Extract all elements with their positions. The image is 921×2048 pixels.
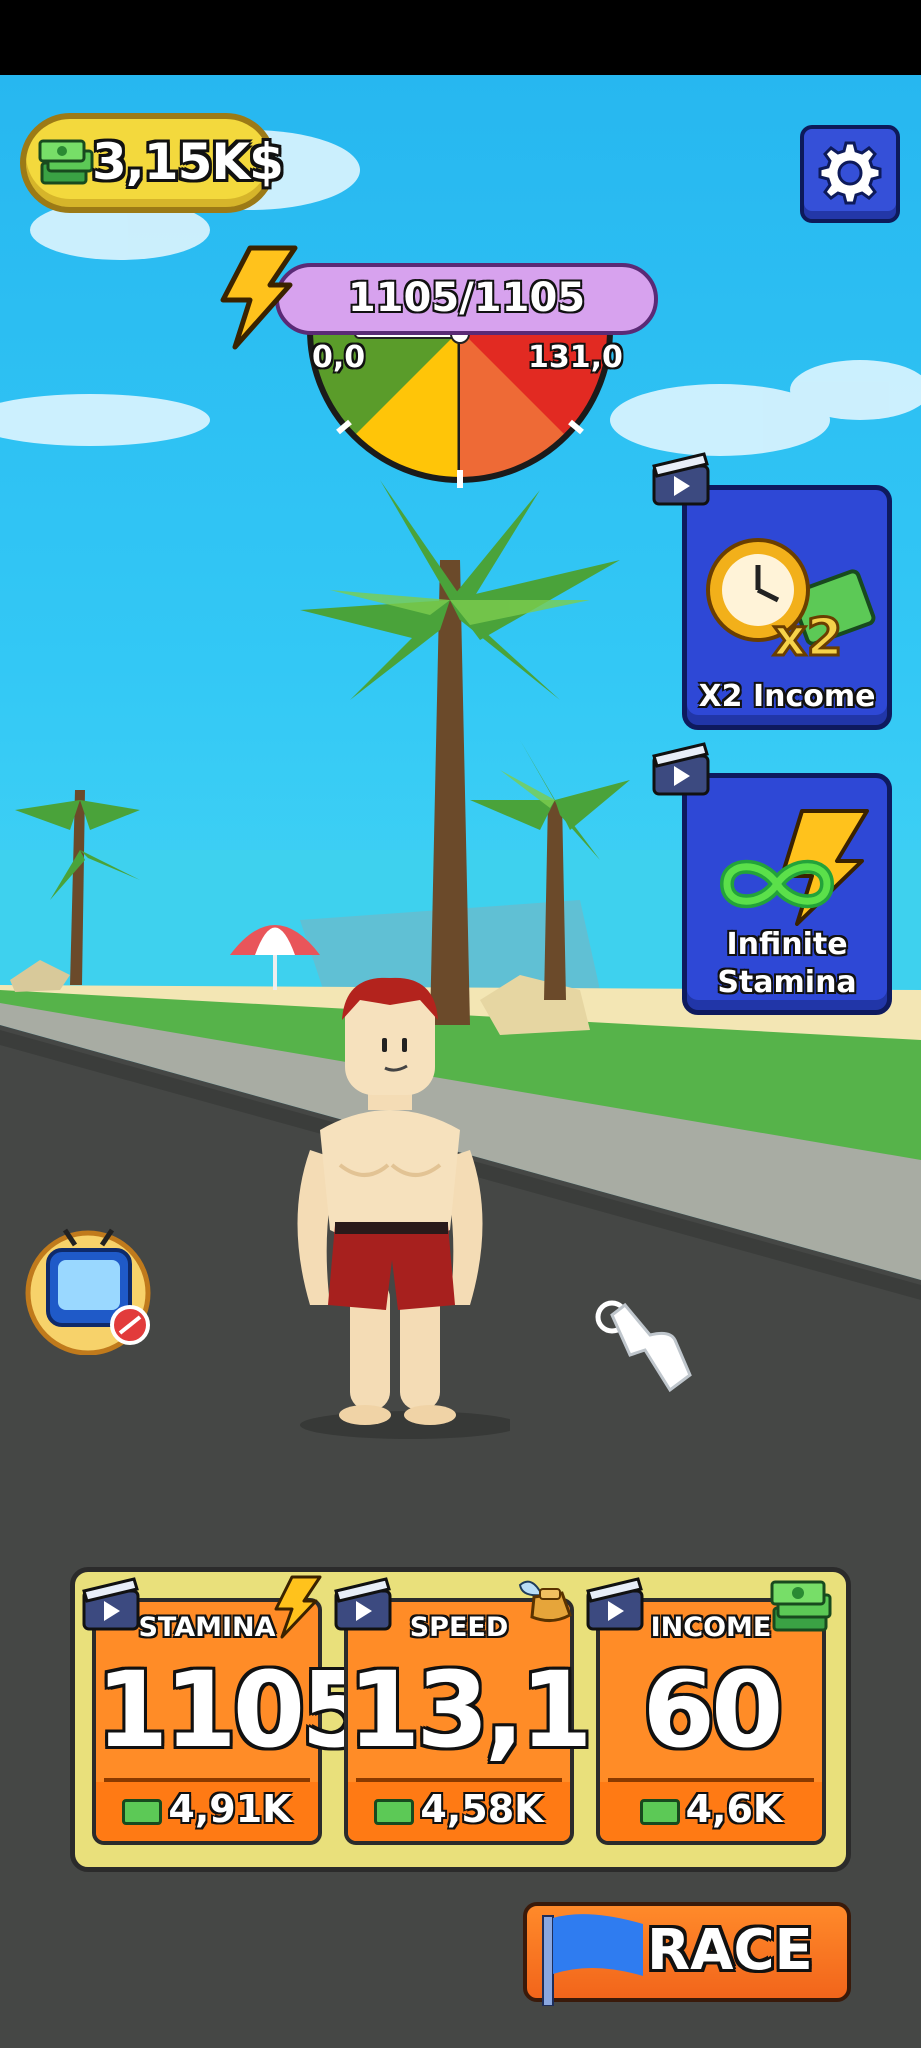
divider <box>356 1778 562 1782</box>
video-ad-icon <box>82 1577 140 1631</box>
winged-shoe-icon <box>518 1580 572 1622</box>
upgrade-price: 4,91K <box>96 1787 318 1831</box>
divider <box>608 1778 814 1782</box>
infinity-lightning-icon <box>719 809 869 926</box>
status-bar <box>0 0 921 75</box>
upgrade-price-text: 4,91K <box>168 1787 292 1831</box>
player-character[interactable] <box>270 960 510 1440</box>
booster-label-line2: Stamina <box>717 965 857 1000</box>
tv-ad-button[interactable] <box>20 1225 158 1356</box>
svg-text:x2: x2 <box>773 608 843 660</box>
gear-icon <box>818 141 882 205</box>
cash-stack-icon <box>770 1580 832 1632</box>
lightning-icon <box>274 1575 322 1639</box>
x2-income-booster-button[interactable]: x2 X2 Income <box>682 485 892 730</box>
video-ad-icon <box>586 1577 644 1631</box>
cash-stack-icon <box>374 1798 415 1825</box>
stamina-value: 1105/1105 <box>347 275 586 321</box>
cash-stack-icon <box>639 1798 680 1825</box>
video-ad-icon <box>334 1577 392 1631</box>
booster-label-line1: Infinite <box>726 927 848 962</box>
stamina-bar: 1105/1105 <box>275 263 658 335</box>
lightning-icon <box>220 245 298 350</box>
tv-icon <box>25 1228 151 1356</box>
money-amount: 3,15K$ <box>92 133 284 191</box>
race-label: RACE <box>647 1918 813 1983</box>
upgrade-price: 4,58K <box>348 1787 570 1831</box>
money-display: 3,15K$ <box>20 113 284 213</box>
upgrade-value: 13,1 <box>348 1649 593 1771</box>
infinite-stamina-booster-button[interactable]: Infinite Stamina <box>682 773 892 1015</box>
divider <box>104 1778 310 1782</box>
video-ad-icon <box>652 452 710 506</box>
race-button[interactable]: RACE <box>523 1902 851 2006</box>
video-ad-icon <box>652 742 710 796</box>
upgrade-price: 4,6K <box>600 1787 822 1831</box>
tap-hint-hand-icon <box>595 1300 692 1393</box>
settings-button[interactable] <box>800 125 900 223</box>
upgrade-price-text: 4,6K <box>685 1787 783 1831</box>
flag-icon <box>542 1914 643 2006</box>
upgrade-price-text: 4,58K <box>420 1787 544 1831</box>
clock-x2-cash-icon: x2 <box>706 538 876 660</box>
gauge-min-label: 0,0 <box>312 340 366 375</box>
upgrade-value: 60 <box>642 1649 784 1771</box>
cash-stack-icon <box>122 1798 163 1825</box>
speed-upgrade-card[interactable]: SPEED 13,1 4,58K <box>344 1598 593 1845</box>
booster-label: X2 Income <box>698 679 876 714</box>
gauge-max-label: 131,0 <box>528 340 623 375</box>
upgrade-value: 1105 <box>96 1649 373 1771</box>
cash-stack-icon <box>38 139 94 185</box>
